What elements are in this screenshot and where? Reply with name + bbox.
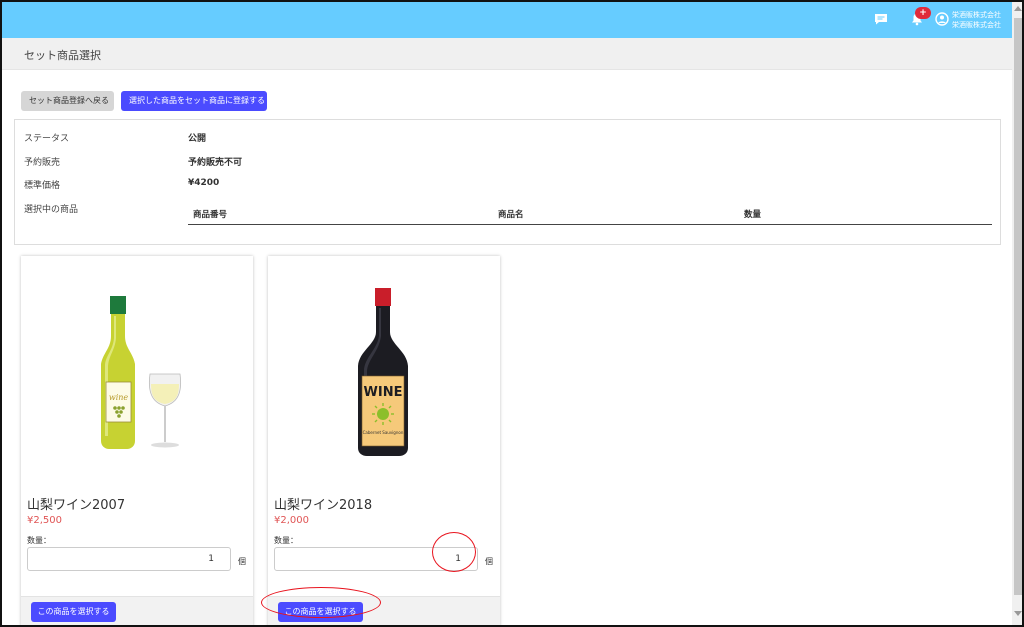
select-product-button[interactable]: この商品を選択する	[31, 602, 116, 622]
back-to-set-register-button[interactable]: セット商品登録へ戻る	[21, 91, 114, 111]
preorder-value: 予約販売不可	[188, 158, 243, 168]
scroll-thumb[interactable]	[1014, 18, 1022, 595]
scroll-down-arrow-icon[interactable]	[1014, 611, 1022, 616]
set-info-panel: ステータス 公開 予約販売 予約販売不可 標準価格 ¥4200 選択中の商品 商…	[14, 119, 1001, 245]
card-footer: この商品を選択する	[21, 596, 253, 625]
preorder-label: 予約販売	[24, 158, 61, 168]
table-header-divider	[188, 224, 992, 225]
column-header-product-name: 商品名	[498, 210, 524, 220]
quantity-label: 数量：	[27, 536, 51, 545]
chat-icon[interactable]	[874, 13, 888, 25]
quantity-input[interactable]	[27, 547, 231, 571]
product-card: wine 山梨ワイン2007 ¥2,500 数量： 個 この商品を選択する	[21, 256, 253, 625]
column-header-quantity: 数量	[744, 210, 762, 220]
bottle-label-text: WINE	[364, 385, 403, 400]
bottle-label-text: wine	[109, 393, 129, 402]
quantity-unit: 個	[238, 557, 246, 566]
annotation-ellipse-select-button	[261, 587, 381, 618]
annotation-ellipse-quantity	[432, 532, 476, 572]
product-price: ¥2,000	[274, 515, 309, 526]
product-price: ¥2,500	[27, 515, 62, 526]
app-window: + 栄酒販株式会社 栄酒販株式会社 セット商品選択 セット商品登録へ戻る 選択し…	[0, 0, 1024, 627]
red-wine-image: WINE Cabernet Sauvignon	[358, 288, 408, 456]
top-header-bar: + 栄酒販株式会社 栄酒販株式会社	[2, 2, 1012, 38]
register-selected-button[interactable]: 選択した商品をセット商品に登録する	[121, 91, 267, 111]
bottle-label-subtext: Cabernet Sauvignon	[363, 430, 404, 435]
quantity-label: 数量：	[274, 536, 298, 545]
company-name-line2: 栄酒販株式会社	[952, 21, 1001, 29]
company-name-line1: 栄酒販株式会社	[952, 11, 1001, 19]
product-name: 山梨ワイン2007	[27, 498, 126, 513]
standard-price-value: ¥4200	[188, 178, 220, 188]
product-name: 山梨ワイン2018	[274, 498, 373, 513]
user-circle-icon[interactable]	[935, 12, 949, 26]
selected-items-label: 選択中の商品	[24, 205, 79, 215]
vertical-scrollbar[interactable]	[1012, 2, 1022, 625]
white-wine-image: wine	[101, 296, 182, 449]
page-title: セット商品選択	[24, 49, 101, 62]
page-title-bar: セット商品選択	[2, 38, 1012, 70]
status-label: ステータス	[24, 134, 70, 144]
column-header-product-number: 商品番号	[193, 210, 228, 220]
notification-badge: +	[915, 7, 931, 19]
scroll-up-arrow-icon[interactable]	[1014, 6, 1022, 11]
company-name: 栄酒販株式会社 栄酒販株式会社	[952, 10, 1001, 30]
product-card: WINE Cabernet Sauvignon 山梨ワイン2018 ¥2,000…	[268, 256, 500, 625]
status-value: 公開	[188, 134, 207, 144]
standard-price-label: 標準価格	[24, 181, 61, 191]
quantity-unit: 個	[485, 557, 493, 566]
